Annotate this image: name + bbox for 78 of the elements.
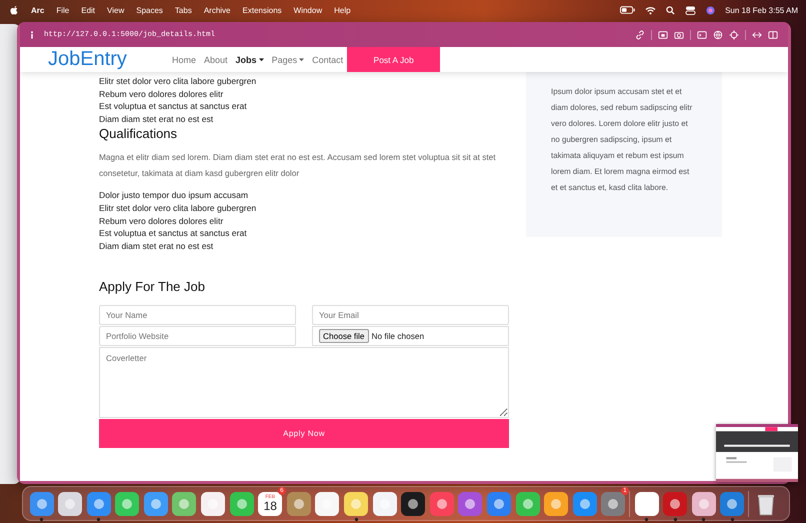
- app-icon[interactable]: [692, 492, 716, 516]
- link-icon[interactable]: [635, 30, 645, 40]
- capture-icon[interactable]: [658, 30, 668, 40]
- info-icon[interactable]: [30, 30, 34, 38]
- list-item: Elitr stet dolor vero clita labore gubergren: [99, 75, 258, 88]
- app-icon[interactable]: [720, 492, 744, 516]
- search-icon[interactable]: [666, 6, 676, 14]
- list-item: Rebum vero dolores dolores elitr: [99, 88, 224, 100]
- menu-item[interactable]: Help: [334, 6, 351, 14]
- app-icon[interactable]: [572, 492, 597, 516]
- coverletter-field[interactable]: Coverletter: [99, 347, 509, 418]
- camera-icon[interactable]: [674, 30, 684, 40]
- app-icon[interactable]: [144, 492, 168, 516]
- portfolio-field[interactable]: Portfolio Website: [99, 326, 296, 346]
- app-icon[interactable]: [86, 492, 111, 516]
- menu-item[interactable]: View: [107, 6, 124, 14]
- siri-icon[interactable]: [706, 6, 716, 14]
- choose-file-button[interactable]: Choose file: [319, 329, 369, 344]
- list-item: Diam diam stet erat no est est: [99, 112, 214, 126]
- nav-link[interactable]: Pages: [272, 54, 304, 64]
- apply-now-button[interactable]: Apply Now: [99, 419, 509, 448]
- caret-icon: [299, 58, 304, 62]
- list-item: Est voluptua et sanctus at sanctus erat: [99, 227, 248, 240]
- battery-icon[interactable]: [620, 6, 636, 14]
- app-icon[interactable]: [601, 492, 626, 516]
- section-heading: Qualifications: [99, 126, 178, 142]
- apple-icon[interactable]: [10, 4, 19, 16]
- clock[interactable]: Sun 18 Feb 3:55 AM: [725, 6, 798, 14]
- site-logo[interactable]: JobEntry: [48, 48, 172, 71]
- name-field[interactable]: Your Name: [99, 305, 296, 326]
- app-icon[interactable]: [487, 492, 511, 516]
- globe-icon[interactable]: [713, 30, 723, 40]
- list-item: Elitr stet dolor vero clita labore gubergren: [99, 202, 258, 215]
- terminal-icon[interactable]: [697, 30, 707, 40]
- app-icon[interactable]: [58, 492, 82, 516]
- app-icon[interactable]: [401, 492, 426, 516]
- menu-app-name[interactable]: Arc: [31, 6, 44, 14]
- app-icon[interactable]: [315, 492, 340, 516]
- menu-item[interactable]: File: [56, 6, 70, 14]
- nav-link[interactable]: About: [204, 54, 228, 64]
- app-icon[interactable]: [172, 492, 196, 516]
- split-arrows-icon[interactable]: [752, 30, 762, 40]
- app-icon[interactable]: [544, 492, 568, 516]
- nav-link[interactable]: Home: [172, 54, 196, 64]
- app-icon[interactable]: [30, 492, 54, 516]
- nav-link[interactable]: Jobs: [236, 54, 264, 64]
- app-icon[interactable]: [344, 492, 368, 516]
- list-item: Rebum vero dolores dolores elitr: [99, 214, 224, 228]
- app-icon[interactable]: [230, 492, 254, 516]
- control-center-icon[interactable]: [685, 6, 696, 14]
- paragraph: Magna et elitr diam sed lorem. Diam diam stet erat no est est. Accusam sed lorem stet voluptua sit sit at stet consetetur, takimata at diam kasd gubergren elitr dolor: [99, 151, 497, 180]
- list-item: Est voluptua et sanctus at sanctus erat: [99, 100, 248, 113]
- app-icon[interactable]: [430, 492, 454, 516]
- menu-item[interactable]: Extensions: [242, 6, 282, 14]
- wifi-icon[interactable]: [645, 6, 656, 14]
- app-icon[interactable]: [372, 492, 397, 516]
- menu-item[interactable]: Archive: [204, 6, 231, 14]
- nav-link[interactable]: Contact: [312, 54, 344, 64]
- target-icon[interactable]: [729, 30, 739, 40]
- app-icon[interactable]: [286, 492, 311, 516]
- calendar-day: 18: [264, 500, 277, 513]
- section-heading: Apply For The Job: [99, 279, 206, 294]
- menu-item[interactable]: Spaces: [136, 6, 163, 14]
- email-field[interactable]: Your Email: [312, 305, 509, 326]
- app-icon[interactable]: [201, 492, 226, 516]
- list-item: Diam diam stet erat no est est: [99, 240, 214, 252]
- list-item: Dolor justo tempor duo ipsum accusam: [99, 189, 250, 202]
- sidebar-icon[interactable]: [768, 30, 778, 40]
- app-icon[interactable]: [516, 492, 540, 516]
- app-icon[interactable]: [115, 492, 140, 516]
- app-icon[interactable]: [634, 492, 659, 516]
- app-icon[interactable]: [663, 492, 688, 516]
- menu-item[interactable]: Window: [294, 6, 322, 14]
- post-job-button[interactable]: Post A Job: [347, 47, 440, 72]
- menu-item[interactable]: Edit: [81, 6, 96, 14]
- caret-icon: [258, 58, 264, 62]
- menu-item[interactable]: Tabs: [174, 6, 192, 14]
- file-status: No file chosen: [372, 331, 424, 342]
